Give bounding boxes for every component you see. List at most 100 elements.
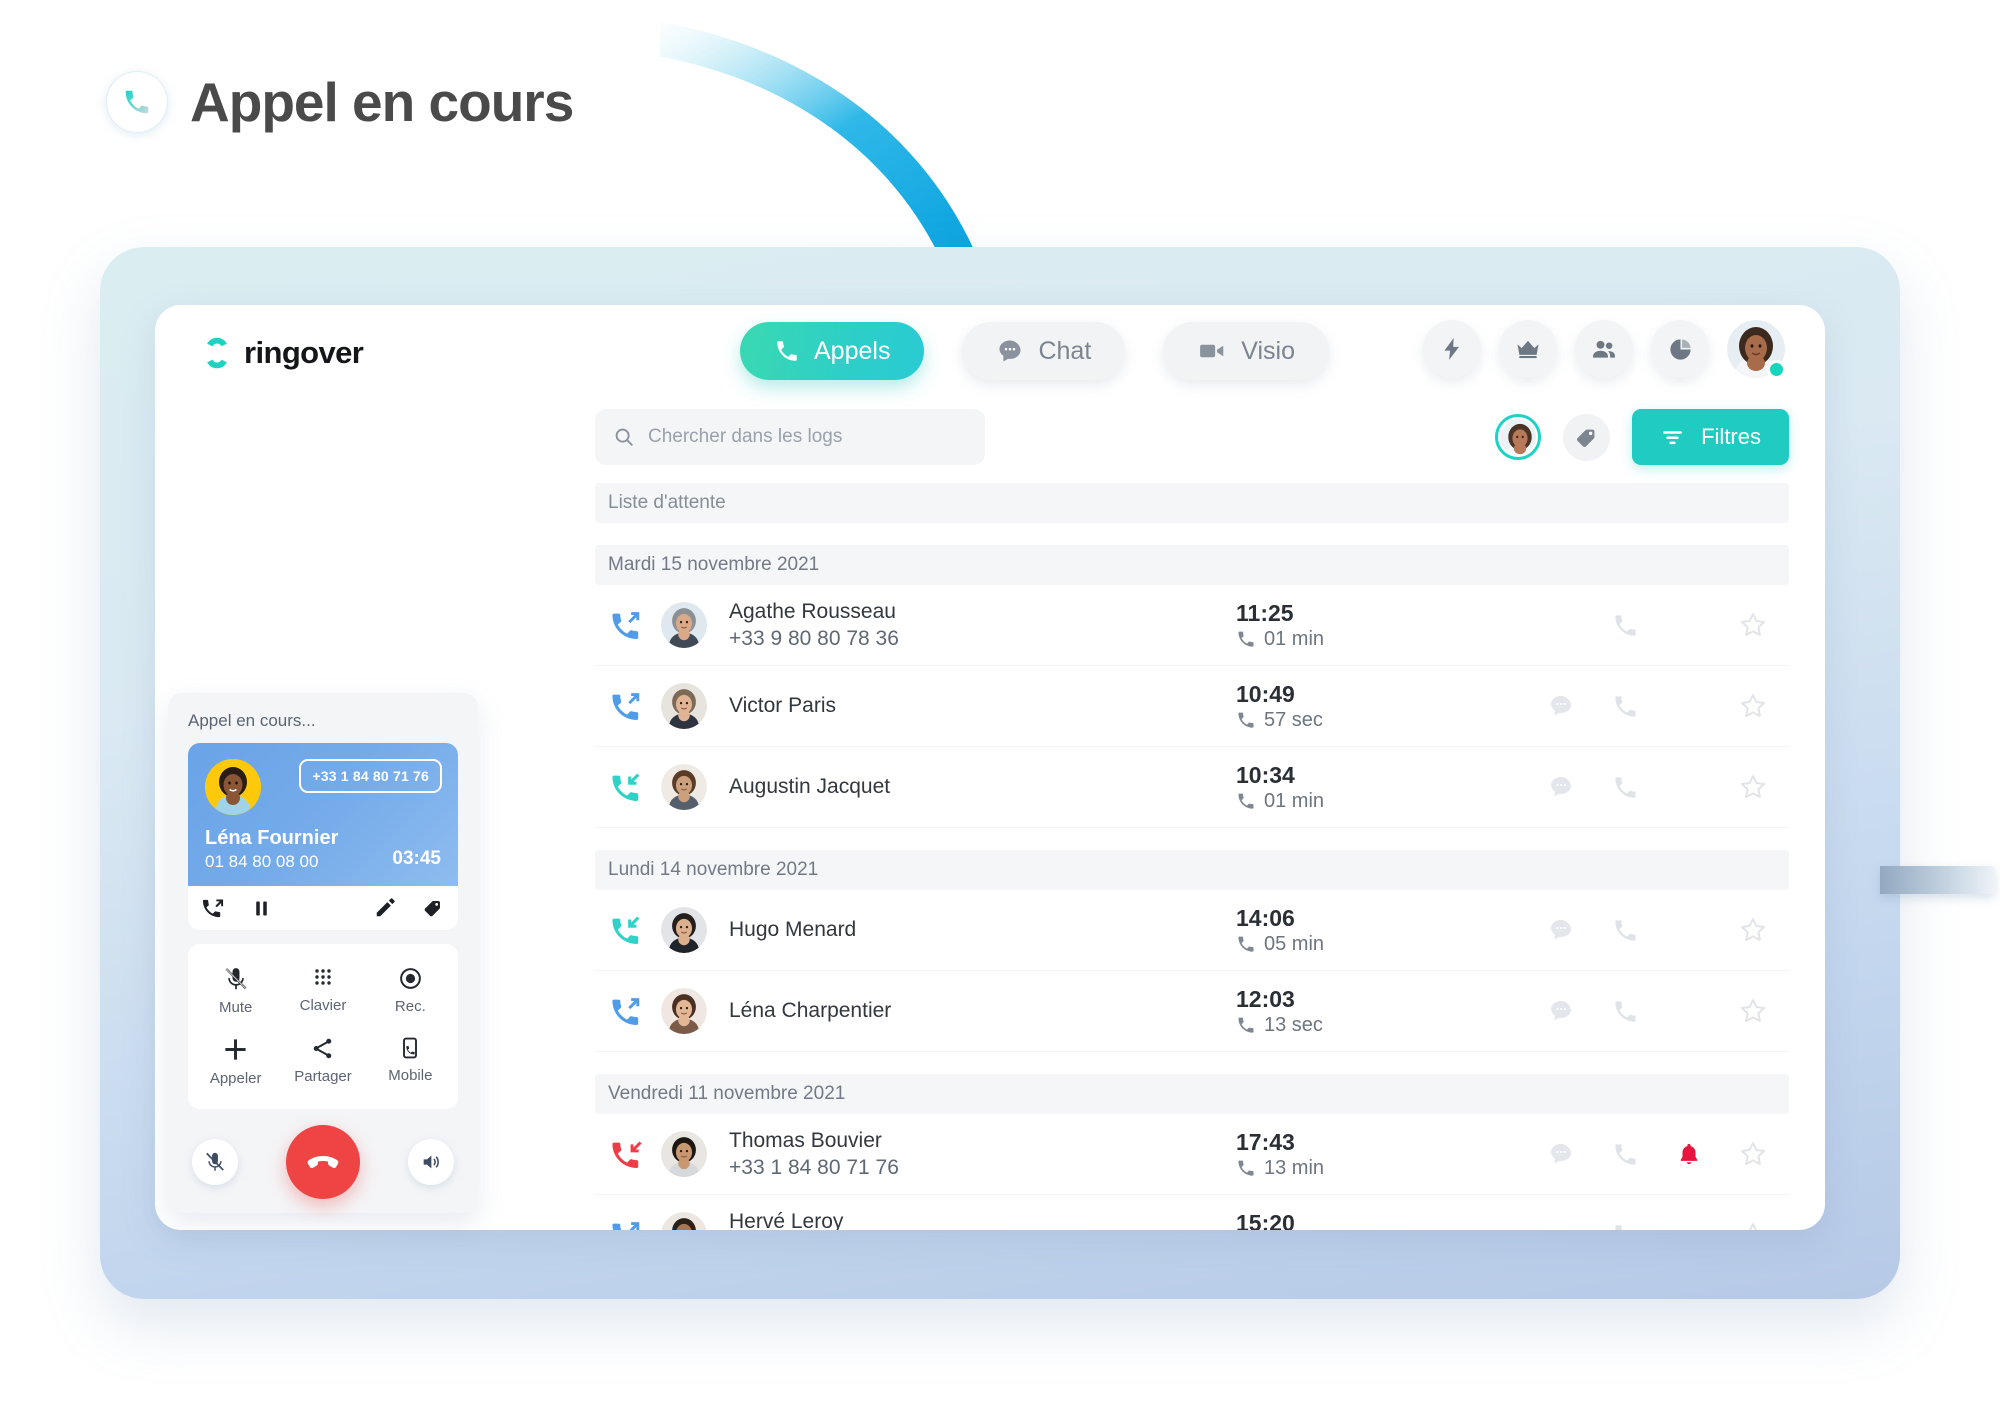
call-duration: 05 min — [1236, 933, 1324, 956]
contact-info: Agathe Rousseau +33 9 80 80 78 36 — [729, 600, 899, 651]
call-log-row[interactable]: Léna Charpentier 12:03 13 sec — [595, 971, 1789, 1052]
phone-action[interactable] — [1593, 917, 1657, 944]
call-duration: 13 min — [1236, 1157, 1324, 1180]
call-incoming-icon — [612, 916, 640, 944]
waiting-list-band[interactable]: Liste d'attente — [595, 483, 1789, 523]
chat-bubble-action[interactable] — [1529, 692, 1593, 720]
call-time: 14:06 — [1236, 905, 1295, 932]
call-outgoing-icon — [612, 998, 640, 1025]
search-input[interactable]: Chercher dans les logs — [595, 409, 985, 465]
phone-action[interactable] — [1593, 998, 1657, 1025]
chat-bubble-action[interactable] — [1529, 773, 1593, 801]
tab-visio-label: Visio — [1241, 336, 1296, 365]
crown-button[interactable] — [1499, 320, 1557, 378]
add-call-label: Appeler — [209, 1070, 262, 1087]
phone-action[interactable] — [1593, 693, 1657, 720]
contact-avatar — [661, 602, 707, 648]
call-time: 17:43 — [1236, 1129, 1295, 1156]
avatar-portrait — [1500, 419, 1537, 455]
phone-icon — [1238, 793, 1254, 809]
call-meta: 17:43 13 min — [1236, 1128, 1324, 1180]
call-log-row[interactable]: Thomas Bouvier +33 1 84 80 71 76 17:43 13 m… — [595, 1114, 1789, 1195]
tab-appels[interactable]: Appels — [740, 322, 925, 380]
row-action-group — [1529, 996, 1785, 1026]
avatar-portrait — [661, 907, 707, 953]
active-call-card: +33 1 84 80 71 76 Léna Fournier 01 84 80… — [188, 743, 458, 886]
brand-logo[interactable]: ringover — [200, 335, 364, 371]
chat-bubble-action[interactable] — [1529, 916, 1593, 944]
call-log-row[interactable]: Augustin Jacquet 10:34 01 min — [595, 747, 1789, 828]
user-avatar[interactable] — [1727, 320, 1786, 379]
star-action[interactable] — [1721, 996, 1785, 1026]
phone-action[interactable] — [1593, 1141, 1657, 1168]
bell-action[interactable] — [1657, 1141, 1721, 1167]
star-action[interactable] — [1721, 772, 1785, 802]
contact-name: Thomas Bouvier — [729, 1128, 882, 1152]
call-time: 10:49 — [1236, 681, 1295, 708]
add-call-control[interactable]: Appeler — [192, 1028, 279, 1095]
chat-bubble-icon — [1551, 919, 1571, 940]
page-title: Appel en cours — [190, 71, 574, 133]
mute-toggle-button[interactable] — [192, 1139, 238, 1185]
line-number-badge: +33 1 84 80 71 76 — [299, 759, 442, 793]
contact-name: Léna Charpentier — [729, 999, 892, 1022]
keypad-control[interactable]: Clavier — [279, 958, 366, 1024]
call-log-row[interactable]: Hervé Leroy+33 1 84 80 20 91 15:2045 sec — [595, 1195, 1789, 1230]
call-outgoing-icon — [612, 693, 640, 720]
filter-by-user-avatar[interactable] — [1495, 414, 1542, 460]
contact-avatar — [661, 988, 707, 1034]
phone-icon — [125, 90, 149, 114]
transfer-call-icon — [202, 898, 224, 917]
call-log-row[interactable]: Victor Paris 10:49 57 sec — [595, 666, 1789, 747]
mobile-control[interactable]: Mobile — [367, 1028, 454, 1095]
log-date-label: Vendredi 11 novembre 2021 — [608, 1083, 846, 1104]
phone-action[interactable] — [1593, 612, 1657, 639]
avatar-portrait — [661, 683, 707, 729]
waiting-list-label: Liste d'attente — [608, 492, 726, 513]
speaker-button[interactable] — [408, 1139, 454, 1185]
star-action[interactable] — [1721, 610, 1785, 640]
tag-filter-button[interactable] — [1563, 413, 1611, 461]
edit-note-button[interactable] — [374, 897, 396, 919]
tab-chat-label: Chat — [1038, 336, 1092, 365]
star-action[interactable] — [1721, 1220, 1785, 1230]
bell-icon — [1680, 1143, 1698, 1165]
search-placeholder: Chercher dans les logs — [648, 426, 843, 447]
mute-control[interactable]: Mute — [192, 958, 279, 1024]
chat-bubble-action[interactable] — [1529, 997, 1593, 1025]
tab-chat[interactable]: Chat — [962, 322, 1126, 380]
log-groups: Mardi 15 novembre 2021 Agathe Rousseau +33… — [595, 545, 1789, 1230]
people-button[interactable] — [1575, 320, 1633, 378]
avatar-portrait — [661, 988, 707, 1034]
phone-icon — [1614, 695, 1636, 717]
pie-chart-button[interactable] — [1651, 320, 1709, 378]
brand-name: ringover — [244, 335, 364, 370]
call-log-row[interactable]: Hugo Menard 14:06 05 min — [595, 890, 1789, 971]
star-icon — [1748, 1223, 1758, 1230]
tag-call-button[interactable] — [422, 897, 444, 919]
star-action[interactable] — [1721, 1139, 1785, 1169]
star-action[interactable] — [1721, 915, 1785, 945]
chat-bubble-icon — [1551, 776, 1571, 797]
filters-button[interactable]: Filtres — [1632, 409, 1789, 465]
tab-visio[interactable]: Visio — [1163, 322, 1330, 380]
call-log-row[interactable]: Agathe Rousseau +33 9 80 80 78 36 11:25 01 … — [595, 585, 1789, 666]
call-incoming-icon — [612, 773, 640, 801]
transfer-call-button[interactable] — [202, 897, 225, 920]
phone-icon — [1614, 1000, 1636, 1022]
contact-name: Agathe Rousseau — [729, 599, 896, 623]
chat-bubble-action[interactable] — [1529, 1140, 1593, 1168]
pie-chart-icon — [1669, 338, 1691, 360]
phone-action[interactable] — [1593, 1222, 1657, 1230]
row-action-group — [1529, 1220, 1785, 1230]
share-control[interactable]: Partager — [279, 1028, 366, 1095]
lightning-bolt-button[interactable] — [1423, 320, 1481, 378]
call-outgoing-icon — [595, 994, 661, 1028]
pause-call-button[interactable] — [251, 897, 272, 920]
record-control[interactable]: Rec. — [367, 958, 454, 1024]
contact-number: +33 9 80 80 78 36 — [729, 626, 899, 650]
star-action[interactable] — [1721, 691, 1785, 721]
phone-action[interactable] — [1593, 774, 1657, 801]
hangup-button[interactable] — [286, 1125, 360, 1199]
star-icon — [1741, 918, 1765, 941]
